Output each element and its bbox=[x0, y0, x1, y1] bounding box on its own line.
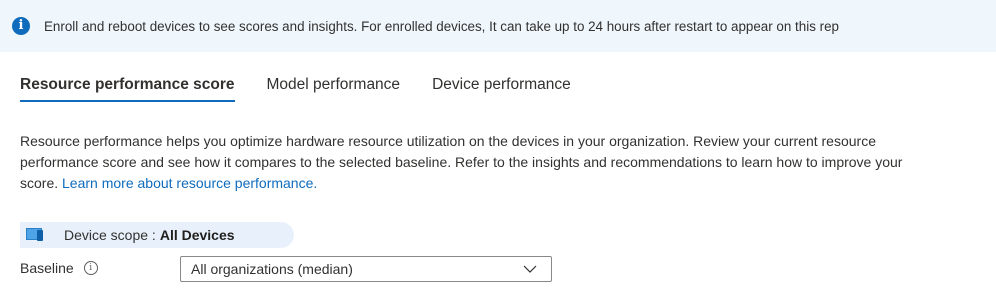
page: i Enroll and reboot devices to see score… bbox=[0, 0, 996, 294]
device-scope-label: Device scope : bbox=[64, 227, 156, 243]
device-scope-value: All Devices bbox=[159, 227, 235, 243]
banner-text: Enroll and reboot devices to see scores … bbox=[44, 18, 839, 34]
baseline-label-row: Baseline i bbox=[20, 260, 98, 276]
baseline-selected-value: All organizations (median) bbox=[191, 261, 353, 277]
baseline-label: Baseline bbox=[20, 260, 74, 276]
baseline-dropdown[interactable]: All organizations (median) bbox=[180, 256, 552, 282]
learn-more-link[interactable]: Learn more about resource performance. bbox=[62, 175, 317, 191]
info-icon[interactable]: i bbox=[83, 261, 98, 275]
tab-list: Resource performance score Model perform… bbox=[20, 76, 571, 102]
chevron-down-icon bbox=[523, 265, 537, 273]
tab-device-performance[interactable]: Device performance bbox=[432, 76, 571, 102]
tab-resource-performance-score[interactable]: Resource performance score bbox=[20, 76, 235, 102]
description: Resource performance helps you optimize … bbox=[20, 131, 920, 194]
info-banner: i Enroll and reboot devices to see score… bbox=[0, 0, 996, 52]
devices-icon bbox=[26, 227, 46, 243]
info-icon: i bbox=[12, 17, 30, 35]
tab-model-performance[interactable]: Model performance bbox=[267, 76, 401, 102]
device-scope-pill[interactable]: Device scope : All Devices bbox=[20, 222, 294, 248]
